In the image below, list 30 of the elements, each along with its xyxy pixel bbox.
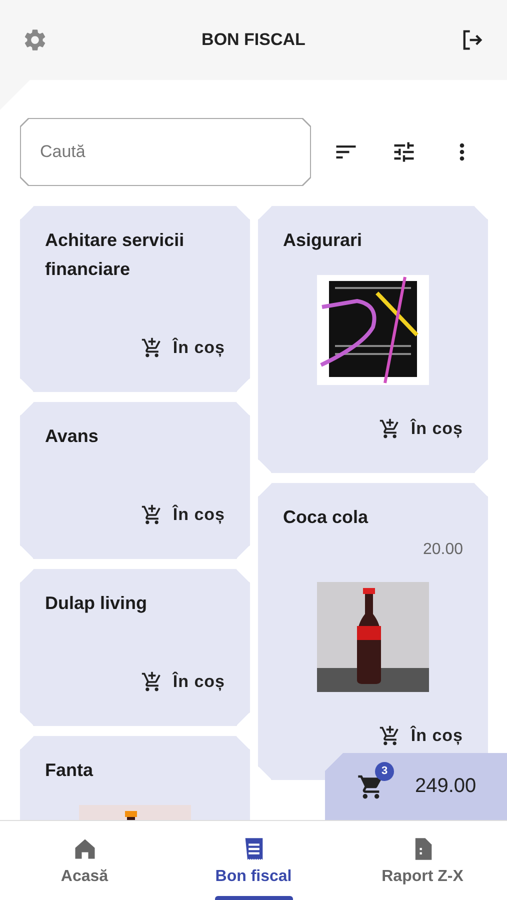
- product-card[interactable]: Dulap living În coș: [20, 569, 250, 726]
- add-cart-icon: [378, 418, 401, 440]
- search-field[interactable]: Caută: [20, 118, 311, 186]
- add-cart-icon: [140, 337, 163, 359]
- product-card[interactable]: Achitare servicii financiare În coș: [20, 206, 250, 392]
- product-title: Coca cola: [283, 506, 370, 529]
- add-to-cart-button[interactable]: În coș: [140, 668, 225, 696]
- add-cart-icon: [140, 504, 163, 526]
- product-title: Fanta: [45, 759, 94, 782]
- product-price: 20.00: [422, 540, 463, 560]
- product-title: Achitare servicii financiare: [45, 229, 186, 281]
- add-to-cart-button[interactable]: În coș: [140, 334, 225, 362]
- cart-count-badge: 3: [375, 762, 394, 780]
- nav-tab[interactable]: Raport Z-X: [338, 821, 507, 900]
- add-to-cart-button[interactable]: În coș: [140, 501, 225, 529]
- add-cart-icon: [378, 725, 401, 747]
- product-title: Asigurari: [283, 229, 364, 252]
- page-title: BON FISCAL: [202, 30, 306, 50]
- cart-button[interactable]: 3 249.00: [325, 753, 507, 820]
- add-to-cart-button[interactable]: În coș: [378, 722, 463, 750]
- nav-tab[interactable]: Acasă: [0, 821, 169, 900]
- settings-icon[interactable]: [22, 27, 48, 53]
- nav-tab[interactable]: Bon fiscal: [169, 821, 338, 900]
- product-title: Avans: [45, 425, 100, 448]
- add-to-cart-button[interactable]: În coș: [378, 415, 463, 443]
- product-card[interactable]: Fanta: [20, 736, 250, 820]
- add-cart-icon: [140, 671, 163, 693]
- product-title: Dulap living: [45, 592, 148, 615]
- product-card[interactable]: Avans În coș: [20, 402, 250, 559]
- product-card[interactable]: Asigurari În coș: [258, 206, 488, 473]
